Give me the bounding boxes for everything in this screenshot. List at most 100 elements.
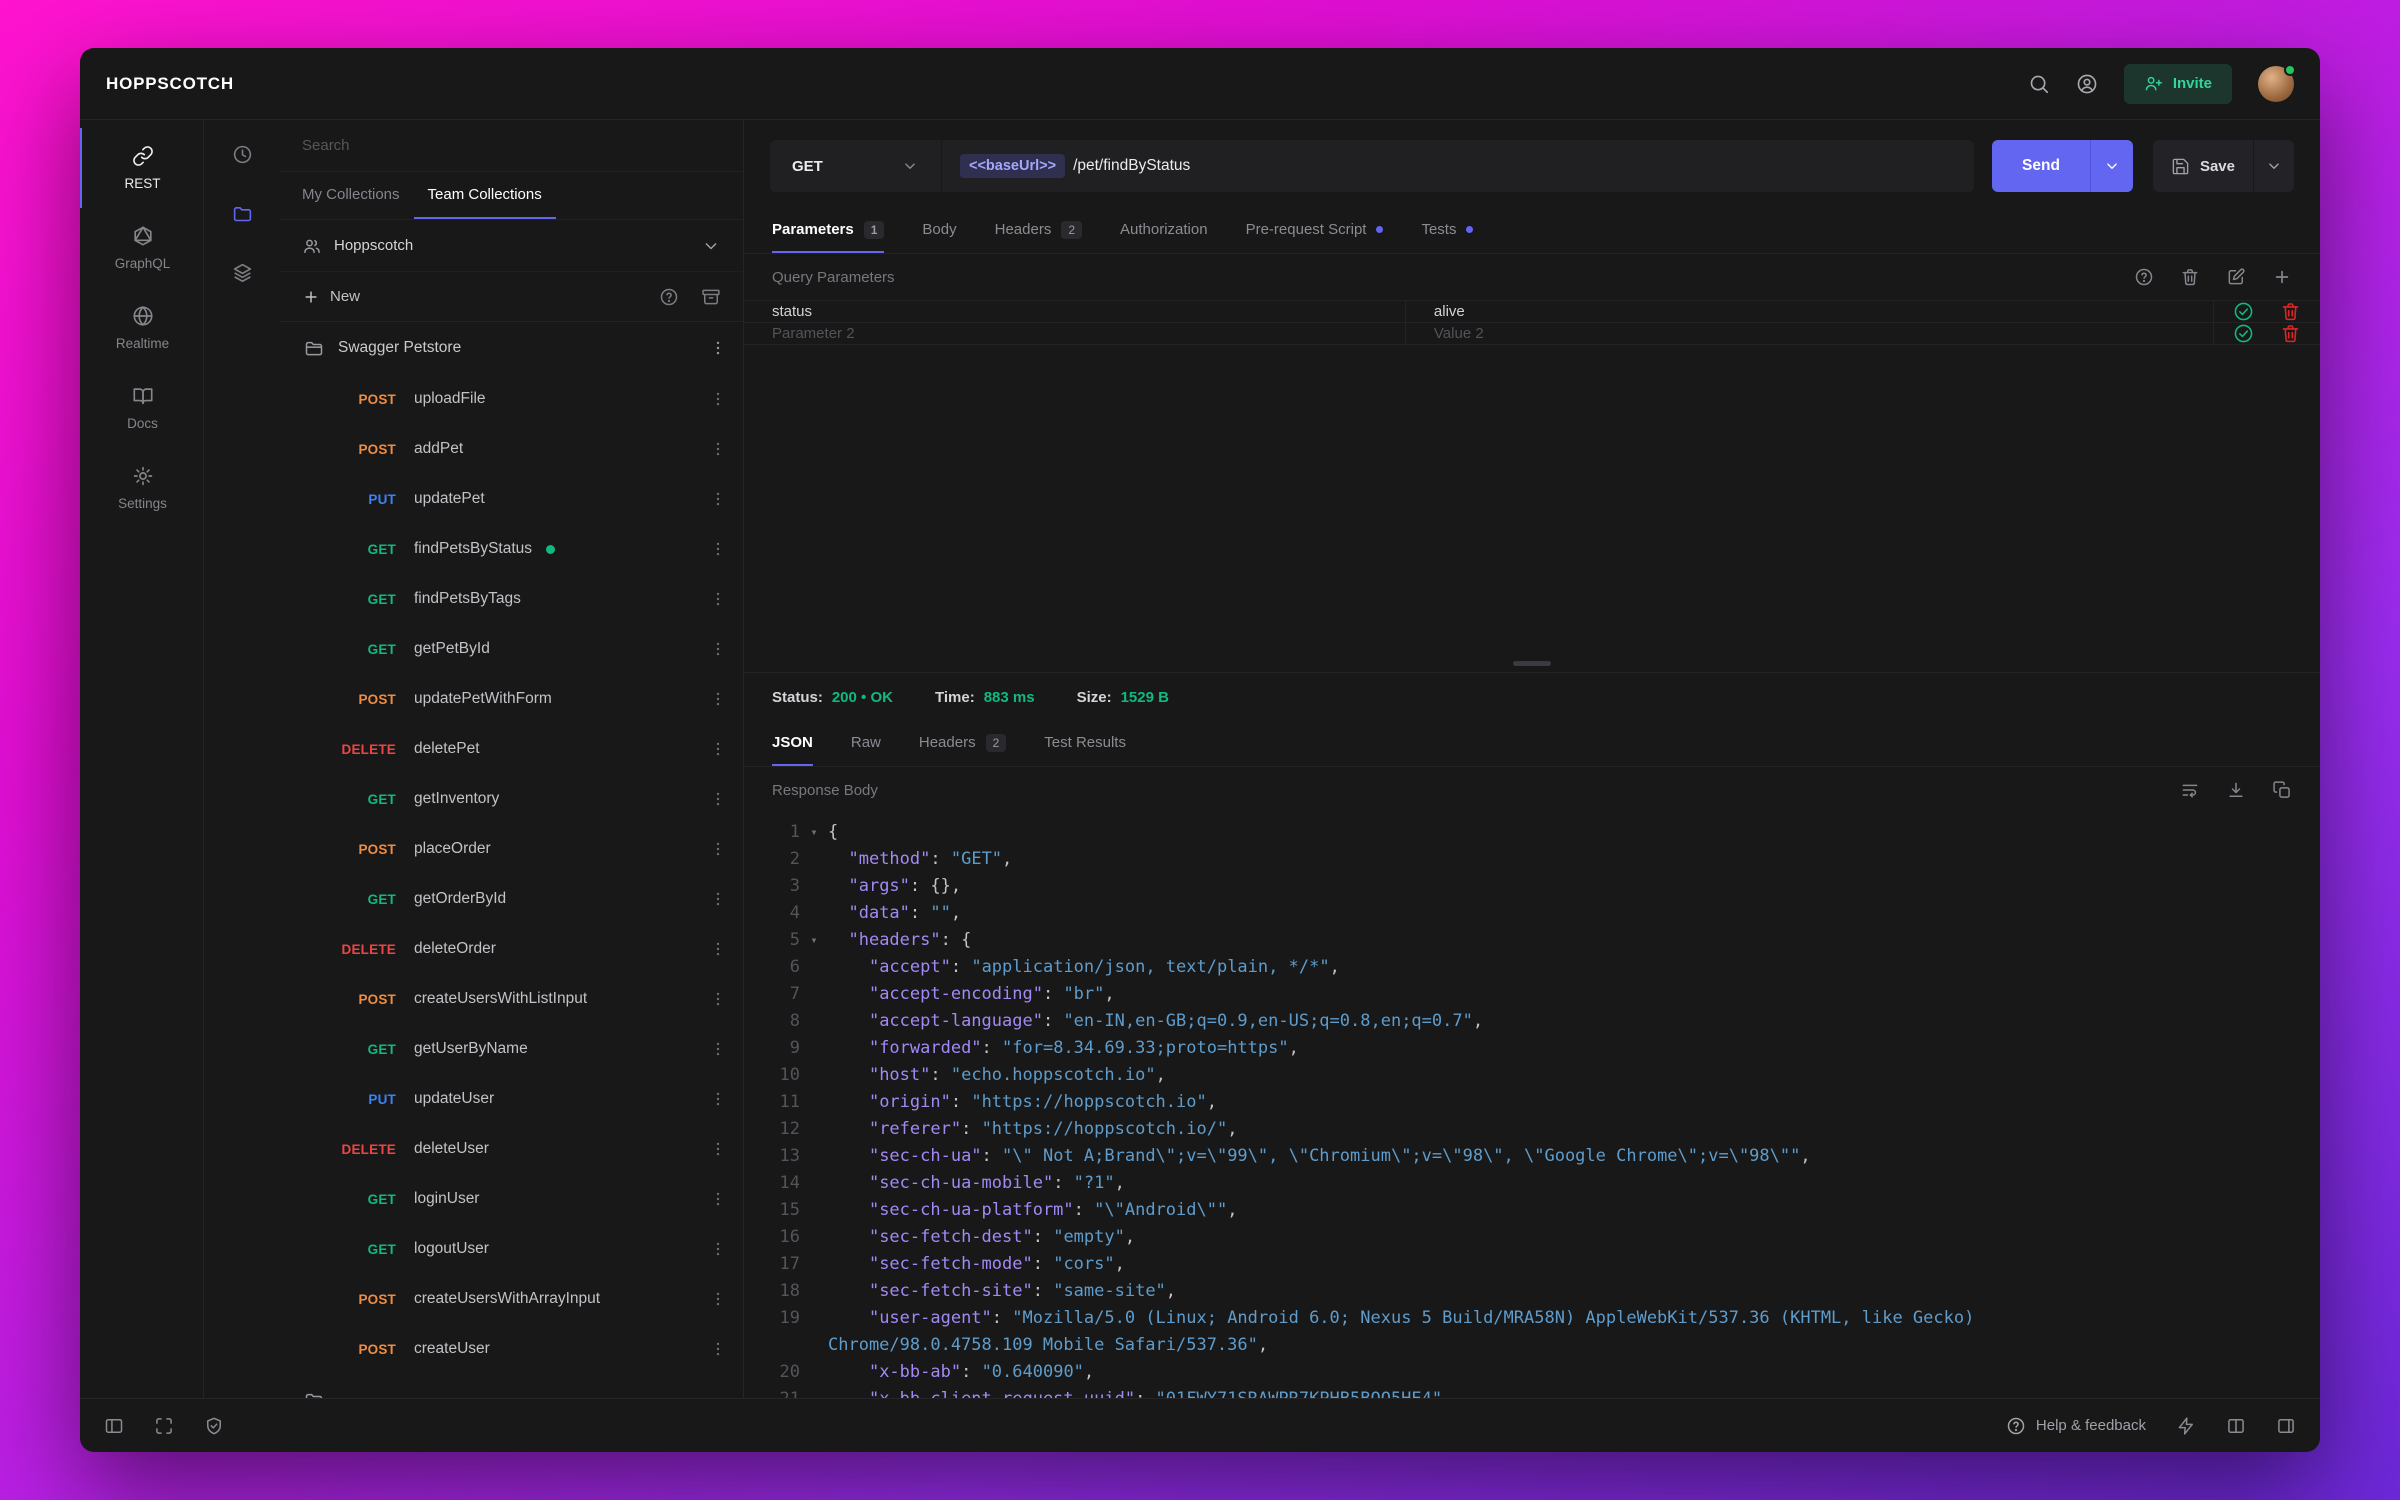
clear-all-trash-icon[interactable] [2180,267,2200,287]
collection-request[interactable]: GET loginUser [280,1174,743,1224]
new-collection-button[interactable]: New [302,288,360,306]
method-select[interactable]: GET [770,140,942,192]
more-options-icon[interactable] [709,740,727,758]
search-icon[interactable] [2028,73,2050,95]
more-options-icon[interactable] [709,990,727,1008]
send-button[interactable]: Send [1992,140,2090,192]
pane-resize-handle[interactable] [1513,661,1551,666]
tab-parameters[interactable]: Parameters 1 [772,208,885,253]
more-options-icon[interactable] [709,790,727,808]
team-selector[interactable]: Hoppscotch [280,220,743,272]
tab-body[interactable]: Body [922,208,956,253]
collection-request[interactable]: POST addPet [280,424,743,474]
help-feedback-button[interactable]: Help & feedback [2006,1416,2146,1436]
account-icon[interactable] [2076,73,2098,95]
more-options-icon[interactable] [709,390,727,408]
expand-icon[interactable] [154,1416,174,1436]
nav-item-realtime[interactable]: Realtime [80,288,203,368]
tab-headers[interactable]: Headers 2 [919,721,1007,766]
collection-list[interactable]: Swagger Petstore POST uploadFile POST addPe… [280,322,743,1398]
tab-my-collections[interactable]: My Collections [288,172,414,219]
param-value-input[interactable] [1433,303,2185,320]
param-key-input[interactable] [772,303,1377,320]
tab-raw[interactable]: Raw [851,721,881,766]
nav-item-docs[interactable]: Docs [80,368,203,448]
more-options-icon[interactable] [709,1140,727,1158]
fold-arrow-icon[interactable]: ▾ [800,927,828,954]
collection-request[interactable]: GET findPetsByStatus [280,524,743,574]
collection-request[interactable]: POST createUser [280,1324,743,1374]
collection-request[interactable]: GET findPetsByTags [280,574,743,624]
param-toggle-icon[interactable] [2233,301,2254,322]
more-options-icon[interactable] [709,1290,727,1308]
nav-item-settings[interactable]: Settings [80,448,203,528]
more-options-icon[interactable] [709,1090,727,1108]
more-options-icon[interactable] [709,1040,727,1058]
tab-json[interactable]: JSON [772,721,813,766]
edit-bulk-icon[interactable] [2226,267,2246,287]
nav-item-graphql[interactable]: GraphQL [80,208,203,288]
collection-request[interactable]: POST uploadFile [280,374,743,424]
collection-request[interactable]: DELETE deleteUser [280,1124,743,1174]
more-options-icon[interactable] [709,540,727,558]
nav-item-rest[interactable]: REST [80,128,203,208]
more-options-icon[interactable] [709,940,727,958]
collection-folder[interactable]: Swagger Petstore [280,322,743,374]
collections-search-input[interactable] [302,137,721,154]
more-options-icon[interactable] [709,840,727,858]
param-toggle-icon[interactable] [2233,323,2254,344]
param-value-input[interactable] [1433,325,2185,342]
more-options-icon[interactable] [709,440,727,458]
collection-folder-partial[interactable] [280,1374,743,1398]
copy-icon[interactable] [2272,780,2292,800]
shield-check-icon[interactable] [204,1416,224,1436]
tab-headers[interactable]: Headers 2 [995,208,1083,253]
collection-request[interactable]: PUT updatePet [280,474,743,524]
more-options-icon[interactable] [709,690,727,708]
archive-icon[interactable] [701,287,721,307]
environments-layers-icon[interactable] [232,262,253,283]
collection-request[interactable]: POST placeOrder [280,824,743,874]
more-options-icon[interactable] [709,339,727,357]
collection-request[interactable]: POST updatePetWithForm [280,674,743,724]
collection-request[interactable]: DELETE deleteOrder [280,924,743,974]
avatar[interactable] [2258,63,2296,102]
save-button[interactable]: Save [2152,140,2253,192]
more-options-icon[interactable] [709,590,727,608]
fold-arrow-icon[interactable]: ▾ [800,819,828,846]
wrap-lines-icon[interactable] [2180,780,2200,800]
collection-request[interactable]: GET logoutUser [280,1224,743,1274]
toggle-right-panel-icon[interactable] [2276,1416,2296,1436]
save-options-chevron[interactable] [2253,140,2294,192]
tab-tests[interactable]: Tests [1421,208,1474,253]
shortcuts-zap-icon[interactable] [2176,1416,2196,1436]
more-options-icon[interactable] [709,490,727,508]
more-options-icon[interactable] [709,1190,727,1208]
more-options-icon[interactable] [709,890,727,908]
collection-request[interactable]: POST createUsersWithListInput [280,974,743,1024]
column-layout-icon[interactable] [2226,1416,2246,1436]
collection-request[interactable]: GET getOrderById [280,874,743,924]
url-input[interactable]: <<baseUrl>> /pet/findByStatus [942,140,1975,192]
tab-test-results[interactable]: Test Results [1044,721,1126,766]
help-circle-icon[interactable] [2134,267,2154,287]
invite-button[interactable]: Invite [2123,63,2232,104]
add-param-plus-icon[interactable] [2272,267,2292,287]
collection-request[interactable]: PUT updateUser [280,1074,743,1124]
more-options-icon[interactable] [709,1240,727,1258]
toggle-sidebar-icon[interactable] [104,1416,124,1436]
more-options-icon[interactable] [709,1340,727,1358]
param-delete-icon[interactable] [2280,301,2301,322]
send-options-chevron[interactable] [2089,140,2133,192]
tab-pre-request-script[interactable]: Pre-request Script [1246,208,1384,253]
collection-request[interactable]: GET getUserByName [280,1024,743,1074]
download-icon[interactable] [2226,780,2246,800]
param-key-input[interactable] [772,325,1377,342]
collection-request[interactable]: GET getInventory [280,774,743,824]
param-delete-icon[interactable] [2280,323,2301,344]
app-logo[interactable]: HOPPSCOTCH [106,74,234,94]
history-icon[interactable] [232,144,253,165]
collection-request[interactable]: POST createUsersWithArrayInput [280,1274,743,1324]
more-options-icon[interactable] [709,640,727,658]
tab-authorization[interactable]: Authorization [1120,208,1208,253]
